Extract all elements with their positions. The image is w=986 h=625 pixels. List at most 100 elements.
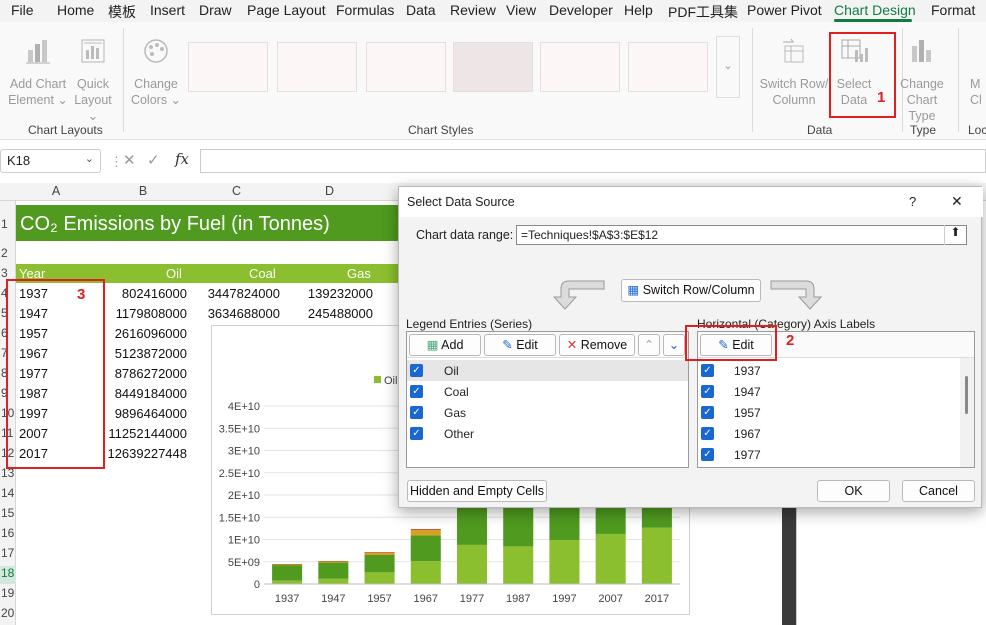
value-cell[interactable]: 1179808000 bbox=[116, 306, 187, 321]
cancel-button[interactable]: Cancel bbox=[902, 480, 975, 502]
formula-input[interactable] bbox=[200, 149, 986, 173]
chart-style-thumb-1[interactable] bbox=[188, 42, 268, 92]
enter-icon[interactable]: ✓ bbox=[147, 151, 160, 169]
value-cell[interactable]: 12639227448 bbox=[107, 446, 187, 461]
menu-pdf-tools[interactable]: PDF工具集 bbox=[668, 2, 738, 22]
cancel-icon[interactable]: ✕ bbox=[123, 151, 136, 169]
column-header-b[interactable]: B bbox=[96, 184, 190, 198]
column-header-d[interactable]: D bbox=[283, 184, 376, 198]
quick-layout-button[interactable]: Quick Layout ⌄ bbox=[68, 32, 118, 123]
menu-developer[interactable]: Developer bbox=[549, 2, 613, 18]
add-chart-element-button[interactable]: Add Chart Element ⌄ bbox=[6, 32, 70, 112]
collapse-dialog-icon[interactable]: ⬆ bbox=[944, 225, 966, 245]
chart-style-thumb-3[interactable] bbox=[366, 42, 446, 92]
remove-label: Remove bbox=[580, 338, 628, 352]
move-down-icon[interactable]: ⌄ bbox=[663, 334, 685, 356]
value-cell[interactable]: 5123872000 bbox=[115, 346, 187, 361]
axis-list-scrollbar[interactable] bbox=[960, 358, 974, 467]
add-series-button[interactable]: ▦ Add bbox=[409, 334, 481, 356]
hidden-empty-cells-button[interactable]: Hidden and Empty Cells bbox=[407, 480, 547, 502]
chart-style-thumb-6[interactable] bbox=[628, 42, 708, 92]
menu-template[interactable]: 模板 bbox=[108, 2, 136, 22]
column-header-a[interactable]: A bbox=[16, 184, 96, 198]
series-item[interactable]: ✓ Other bbox=[407, 423, 688, 444]
row-header[interactable]: 18 bbox=[0, 566, 16, 584]
ok-button[interactable]: OK bbox=[817, 480, 890, 502]
axis-label-checkbox[interactable]: ✓ bbox=[701, 427, 714, 440]
value-cell[interactable]: 139232000 bbox=[308, 286, 373, 301]
value-cell[interactable]: 2616096000 bbox=[115, 326, 187, 341]
value-cell[interactable]: 3447824000 bbox=[208, 286, 280, 301]
move-chart-label-1[interactable]: M bbox=[970, 76, 986, 92]
edit-series-button[interactable]: ✎ Edit bbox=[484, 334, 556, 356]
menu-help[interactable]: Help bbox=[624, 2, 653, 18]
menu-draw[interactable]: Draw bbox=[199, 2, 232, 18]
move-up-icon[interactable]: ⌃ bbox=[638, 334, 660, 356]
menu-power-pivot[interactable]: Power Pivot bbox=[747, 2, 822, 18]
menu-insert[interactable]: Insert bbox=[150, 2, 185, 18]
menu-page-layout[interactable]: Page Layout bbox=[247, 2, 326, 18]
row-header[interactable]: 2 bbox=[0, 246, 16, 264]
header-oil[interactable]: Oil bbox=[166, 266, 182, 281]
axis-label-checkbox[interactable]: ✓ bbox=[701, 406, 714, 419]
switch-row-column-label-2: Column bbox=[772, 93, 816, 107]
value-cell[interactable]: 245488000 bbox=[308, 306, 373, 321]
change-colors-button[interactable]: Change Colors ⌄ bbox=[130, 32, 182, 112]
axis-label-checkbox[interactable]: ✓ bbox=[701, 364, 714, 377]
help-icon[interactable]: ? bbox=[909, 194, 916, 209]
header-coal[interactable]: Coal bbox=[249, 266, 276, 281]
series-checkbox[interactable]: ✓ bbox=[410, 364, 423, 377]
switch-row-column-button[interactable]: Switch Row/ Column bbox=[758, 32, 830, 112]
change-chart-type-button[interactable]: Change Chart Type bbox=[896, 32, 948, 123]
chart-styles-more-icon[interactable]: ⌄ bbox=[716, 36, 740, 98]
series-checkbox[interactable]: ✓ bbox=[410, 385, 423, 398]
value-cell[interactable]: 3634688000 bbox=[208, 306, 280, 321]
series-checkbox[interactable]: ✓ bbox=[410, 406, 423, 419]
value-cell[interactable]: 802416000 bbox=[122, 286, 187, 301]
axis-label-item[interactable]: ✓ 1957 bbox=[698, 402, 960, 423]
menu-view[interactable]: View bbox=[506, 2, 536, 18]
series-item[interactable]: ✓ Gas bbox=[407, 402, 688, 423]
chart-style-thumb-4[interactable] bbox=[453, 42, 533, 92]
menu-chart-design[interactable]: Chart Design bbox=[834, 2, 916, 18]
scrollbar-thumb[interactable] bbox=[965, 376, 968, 414]
remove-series-button[interactable]: ✕ Remove bbox=[559, 334, 635, 356]
axis-label-item[interactable]: ✓ 1977 bbox=[698, 444, 960, 465]
row-header[interactable]: 19 bbox=[0, 586, 16, 604]
switch-row-column-dialog-button[interactable]: ▦ Switch Row/Column bbox=[621, 279, 761, 302]
menu-review[interactable]: Review bbox=[450, 2, 496, 18]
axis-label-checkbox[interactable]: ✓ bbox=[701, 448, 714, 461]
value-cell[interactable]: 11252144000 bbox=[108, 426, 187, 441]
value-cell[interactable]: 8786272000 bbox=[115, 366, 187, 381]
row-header[interactable]: 20 bbox=[0, 606, 16, 624]
quick-layout-label-2: Layout ⌄ bbox=[74, 93, 112, 123]
series-checkbox[interactable]: ✓ bbox=[410, 427, 423, 440]
header-gas[interactable]: Gas bbox=[347, 266, 371, 281]
sheet-title[interactable]: CO₂ Emissions by Fuel (in Tonnes) bbox=[16, 205, 400, 241]
name-box[interactable]: K18 ⌄ bbox=[0, 149, 101, 173]
chart-style-thumb-2[interactable] bbox=[277, 42, 357, 92]
menu-format[interactable]: Format bbox=[931, 2, 975, 18]
value-cell[interactable]: 9896464000 bbox=[115, 406, 187, 421]
chart-data-range-input[interactable]: =Techniques!$A$3:$E$12 ⬆ bbox=[516, 225, 967, 245]
menu-home[interactable]: Home bbox=[57, 2, 94, 18]
column-header-c[interactable]: C bbox=[190, 184, 283, 198]
axis-label-item[interactable]: ✓ 1967 bbox=[698, 423, 960, 444]
menu-formulas[interactable]: Formulas bbox=[336, 2, 394, 18]
axis-label-item[interactable]: ✓ 1937 bbox=[698, 360, 960, 381]
row-header[interactable]: 1 bbox=[0, 217, 16, 235]
value-cell[interactable]: 8449184000 bbox=[115, 386, 187, 401]
row-header[interactable]: 14 bbox=[0, 486, 16, 504]
close-icon[interactable]: ✕ bbox=[951, 193, 963, 210]
axis-label-checkbox[interactable]: ✓ bbox=[701, 385, 714, 398]
row-header[interactable]: 16 bbox=[0, 526, 16, 544]
menu-file[interactable]: File bbox=[11, 2, 34, 18]
fx-icon[interactable]: fx bbox=[175, 150, 189, 168]
chart-style-thumb-5[interactable] bbox=[540, 42, 620, 92]
menu-data[interactable]: Data bbox=[406, 2, 436, 18]
series-item[interactable]: ✓ Coal bbox=[407, 381, 688, 402]
axis-label-item[interactable]: ✓ 1947 bbox=[698, 381, 960, 402]
row-header[interactable]: 17 bbox=[0, 546, 16, 564]
row-header[interactable]: 15 bbox=[0, 506, 16, 524]
series-item[interactable]: ✓ Oil bbox=[407, 360, 688, 381]
